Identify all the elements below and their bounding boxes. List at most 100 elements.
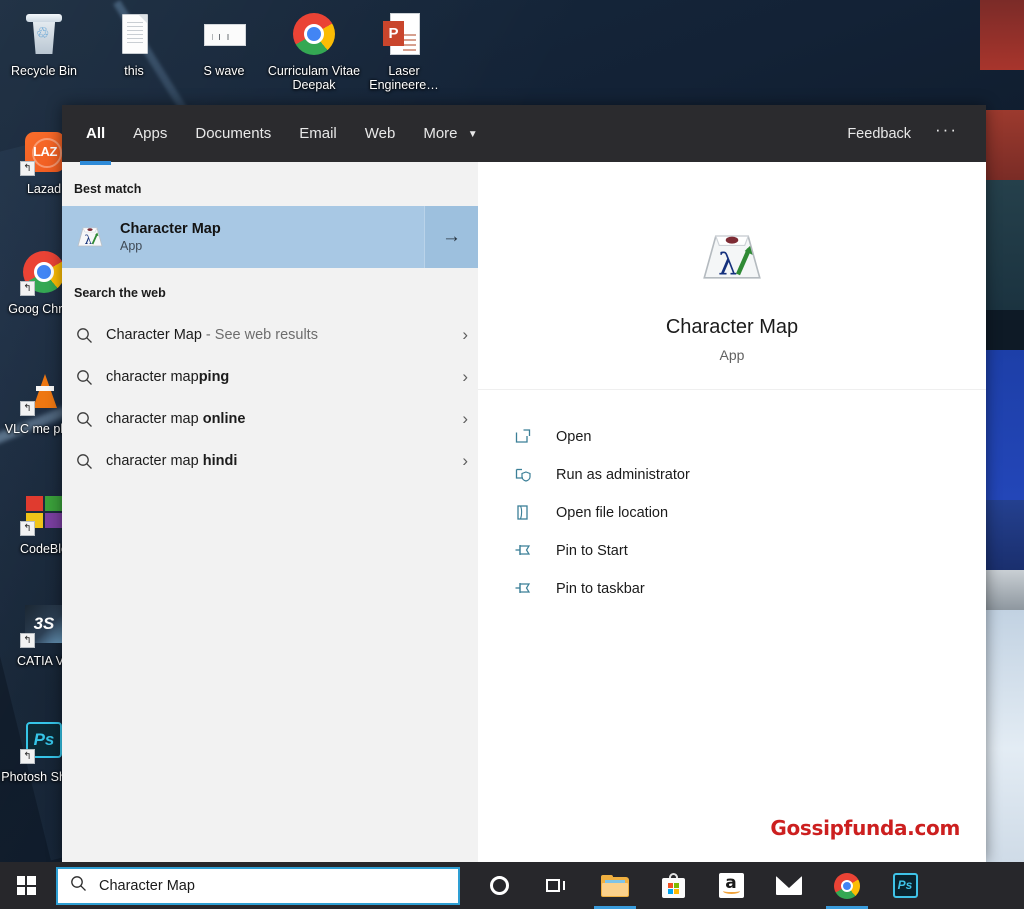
taskbar-item-photoshop[interactable]: Ps — [876, 862, 934, 909]
codeblocks-icon: ↰ — [20, 488, 68, 536]
chevron-down-icon: ▼ — [468, 129, 478, 140]
desktop-icon-label: Laser Engineere… — [356, 64, 452, 92]
best-match-expand-arrow-icon[interactable]: → — [424, 206, 478, 268]
svg-text:λ: λ — [85, 233, 93, 247]
tab-label: Email — [299, 125, 337, 142]
photoshop-icon: Ps — [893, 873, 918, 898]
web-result-item[interactable]: Character Map - See web results › — [62, 314, 478, 356]
shortcut-arrow-icon: ↰ — [20, 401, 35, 416]
wallpaper-band — [980, 350, 1024, 500]
chevron-right-icon: › — [462, 451, 468, 471]
taskbar-item-mail[interactable] — [760, 862, 818, 909]
wallpaper-band — [980, 610, 1024, 862]
tab-more[interactable]: More ▼ — [409, 119, 491, 148]
action-pin-to-start[interactable]: Pin to Start — [478, 532, 986, 570]
web-result-label: Character Map - See web results — [106, 327, 462, 343]
taskbar-item-cortana[interactable] — [470, 862, 528, 909]
tab-all[interactable]: All — [72, 119, 119, 148]
shortcut-arrow-icon: ↰ — [20, 521, 35, 536]
desktop-icon-this[interactable]: this — [86, 10, 182, 78]
desktop-icon-label: this — [86, 64, 182, 78]
action-label: Open file location — [556, 505, 668, 521]
web-result-item[interactable]: character map online › — [62, 398, 478, 440]
lazada-icon: LAZ ↰ — [20, 128, 68, 176]
taskbar-search-input[interactable]: Character Map — [56, 867, 460, 905]
action-open-file-location[interactable]: Open file location — [478, 494, 986, 532]
action-label: Run as administrator — [556, 467, 690, 483]
wallpaper-band — [980, 570, 1024, 610]
desktop-icon-label: Curriculam Vitae Deepak — [266, 64, 362, 92]
shield-run-icon — [514, 465, 534, 485]
wallpaper-band — [980, 0, 1024, 70]
search-icon — [76, 453, 106, 470]
windows-logo-icon — [17, 876, 36, 895]
character-map-icon: λ — [74, 221, 106, 253]
tab-web[interactable]: Web — [351, 119, 410, 148]
powerpoint-file-icon: P — [380, 10, 428, 58]
tab-email[interactable]: Email — [285, 119, 351, 148]
tab-label: All — [86, 125, 105, 142]
desktop-icon-s-wave[interactable]: S wave — [176, 10, 272, 78]
desktop-icon-label: Recycle Bin — [0, 64, 92, 78]
best-match-result[interactable]: λ Character Map App → — [62, 206, 478, 268]
shortcut-arrow-icon: ↰ — [20, 161, 35, 176]
task-view-icon — [546, 877, 568, 894]
web-result-item[interactable]: character mapping › — [62, 356, 478, 398]
best-match-subtitle: App — [120, 239, 221, 253]
taskbar-item-amazon[interactable]: a — [702, 862, 760, 909]
app-actions-list: Open Run as administrator — [478, 390, 986, 608]
action-run-as-administrator[interactable]: Run as administrator — [478, 456, 986, 494]
taskbar-item-google-chrome[interactable] — [818, 862, 876, 909]
web-result-item[interactable]: character map hindi › — [62, 440, 478, 482]
feedback-button[interactable]: Feedback — [837, 120, 921, 148]
taskbar-item-file-explorer[interactable] — [586, 862, 644, 909]
vlc-media-player-icon: ↰ — [20, 368, 68, 416]
amazon-icon: a — [719, 873, 744, 898]
taskbar-item-task-view[interactable] — [528, 862, 586, 909]
search-input-value: Character Map — [99, 878, 195, 894]
search-icon — [70, 875, 87, 897]
tab-label: Documents — [195, 125, 271, 142]
best-match-main[interactable]: λ Character Map App — [62, 206, 424, 268]
start-button[interactable] — [0, 862, 52, 909]
folder-location-icon — [514, 503, 534, 523]
google-chrome-icon: ↰ — [20, 248, 68, 296]
wallpaper-band — [980, 110, 1024, 180]
web-result-label: character mapping — [106, 369, 462, 385]
best-match-text: Character Map App — [120, 221, 221, 253]
best-match-heading: Best match — [62, 174, 478, 206]
more-options-icon[interactable]: ··· — [921, 120, 968, 148]
action-pin-to-taskbar[interactable]: Pin to taskbar — [478, 570, 986, 608]
wallpaper-band — [980, 500, 1024, 570]
action-label: Open — [556, 429, 591, 445]
app-preview-subtitle: App — [478, 347, 986, 363]
open-window-icon — [514, 427, 534, 447]
app-preview-header: λ Character Map App — [478, 162, 986, 390]
web-results-list: Character Map - See web results › charac… — [62, 314, 478, 482]
chevron-right-icon: › — [462, 325, 468, 345]
taskbar-item-microsoft-store[interactable] — [644, 862, 702, 909]
shortcut-arrow-icon: ↰ — [20, 633, 35, 648]
desktop-icon-recycle-bin[interactable]: ♲ Recycle Bin — [0, 10, 92, 78]
text-document-icon — [110, 10, 158, 58]
tab-label: Apps — [133, 125, 167, 142]
search-panel-body: Best match λ Character — [62, 162, 986, 862]
app-preview-column: λ Character Map App Open — [478, 162, 986, 862]
tab-apps[interactable]: Apps — [119, 119, 181, 148]
google-chrome-icon — [290, 10, 338, 58]
taskbar-icon-strip: a Ps — [470, 862, 934, 909]
pin-icon — [514, 541, 534, 561]
recycle-bin-icon: ♲ — [20, 10, 68, 58]
wallpaper-band — [980, 310, 1024, 350]
action-open[interactable]: Open — [478, 418, 986, 456]
desktop-icon-curriculam-vitae[interactable]: Curriculam Vitae Deepak — [266, 10, 362, 92]
pin-icon — [514, 579, 534, 599]
tab-documents[interactable]: Documents — [181, 119, 285, 148]
search-icon — [76, 327, 106, 344]
image-thumbnail-icon — [200, 10, 248, 58]
catia-icon: 3S ↰ — [20, 600, 68, 648]
search-icon — [76, 369, 106, 386]
tab-label: More — [423, 125, 457, 142]
desktop-icon-laser-engineering[interactable]: P Laser Engineere… — [356, 10, 452, 92]
wallpaper-right-bands — [980, 0, 1024, 862]
